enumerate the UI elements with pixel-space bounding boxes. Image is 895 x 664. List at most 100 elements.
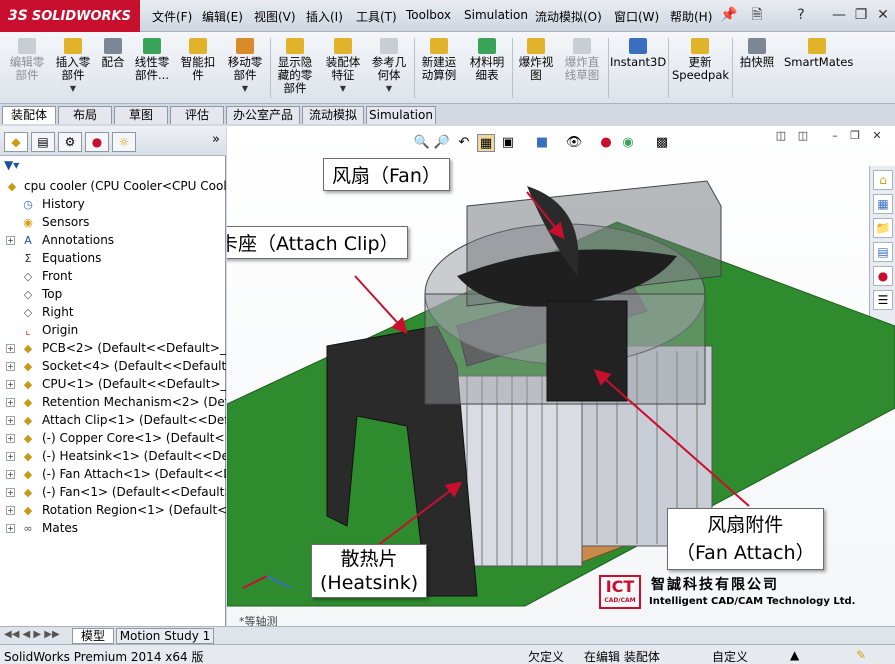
assembly-features-button[interactable]: 装配体 特征 ▼ xyxy=(322,38,364,95)
tree-item[interactable]: + ◆ Retention Mechanism<2> (Default xyxy=(0,394,226,412)
menu-toolbox[interactable]: Toolbox xyxy=(406,8,451,22)
tab-flow-simulation[interactable]: 流动模拟 xyxy=(302,106,364,124)
toolbar-separator xyxy=(668,38,669,98)
mate-button[interactable]: 配合 xyxy=(98,38,128,69)
tree-item[interactable]: + ◆ (-) Heatsink<1> (Default<<Defau xyxy=(0,448,226,466)
expand-icon[interactable]: + xyxy=(6,416,15,425)
chevron-down-icon[interactable]: ▼ xyxy=(52,82,94,95)
take-snapshot-button[interactable]: 拍快照 xyxy=(736,38,778,69)
instant3d-icon xyxy=(629,38,647,54)
expand-panel-icon[interactable]: » xyxy=(212,132,220,147)
show-hidden-components-button[interactable]: 显示隐 藏的零 部件 xyxy=(274,38,316,95)
expand-icon[interactable]: + xyxy=(6,398,15,407)
tab-sketch[interactable]: 草图 xyxy=(114,106,168,124)
tree-item[interactable]: + A Annotations xyxy=(0,232,226,250)
tree-item[interactable]: ◉ Sensors xyxy=(0,214,226,232)
tree-item[interactable]: + ∞ Mates xyxy=(0,520,226,538)
expand-icon[interactable]: + xyxy=(6,524,15,533)
expand-icon[interactable]: + xyxy=(6,362,15,371)
menu-help[interactable]: 帮助(H) xyxy=(670,8,712,25)
tree-item[interactable]: + ◆ CPU<1> (Default<<Default>_Disp xyxy=(0,376,226,394)
expand-icon[interactable]: + xyxy=(6,380,15,389)
chevron-down-icon[interactable]: ▼ xyxy=(322,82,364,95)
expand-icon[interactable]: + xyxy=(6,344,15,353)
tab-layout[interactable]: 布局 xyxy=(58,106,112,124)
tree-item[interactable]: + ◆ (-) Fan Attach<1> (Default<<Defa xyxy=(0,466,226,484)
chevron-down-icon[interactable]: ▼ xyxy=(224,82,266,95)
update-speedpak-button[interactable]: 更新 Speedpak xyxy=(672,38,729,82)
tree-item-label: Attach Clip<1> (Default<<Default xyxy=(42,413,226,427)
tree-item[interactable]: + ◆ PCB<2> (Default<<Default>_Displ xyxy=(0,340,226,358)
tree-item[interactable]: + ◆ (-) Copper Core<1> (Default<<De xyxy=(0,430,226,448)
close-icon[interactable]: ✕ xyxy=(874,6,892,24)
tree-item[interactable]: + ◆ Socket<4> (Default<<Default>_Di xyxy=(0,358,226,376)
tree-root[interactable]: ◆ cpu cooler (CPU Cooler<CPU Cooler_ xyxy=(0,178,226,196)
help-icon[interactable]: ? xyxy=(792,6,810,24)
tree-item[interactable]: ◇ Front xyxy=(0,268,226,286)
exploded-view-button[interactable]: 爆炸视 图 xyxy=(516,38,556,82)
menu-window[interactable]: 窗口(W) xyxy=(614,8,659,25)
menu-simulation[interactable]: Simulation xyxy=(464,8,528,22)
menu-edit[interactable]: 编辑(E) xyxy=(202,8,243,25)
feature-manager-tab[interactable]: ◆ xyxy=(4,132,28,152)
rebuild-icon[interactable]: ▲ xyxy=(790,648,799,662)
menu-file[interactable]: 文件(F) xyxy=(152,8,192,25)
expand-icon[interactable]: + xyxy=(6,434,15,443)
menu-insert[interactable]: 插入(I) xyxy=(306,8,343,25)
part-icon: ◆ xyxy=(23,360,33,373)
tab-assembly[interactable]: 装配体 xyxy=(2,106,56,124)
tree-item[interactable]: ⌞ Origin xyxy=(0,322,226,340)
edit-component-button[interactable]: 编辑零 部件 xyxy=(6,38,48,82)
new-document-icon[interactable]: 🗎 xyxy=(748,6,766,24)
ds-logo-mark: 3S xyxy=(8,8,28,24)
tree-item[interactable]: + ◆ (-) Fan<1> (Default<<Default>_Di xyxy=(0,484,226,502)
bill-of-materials-button[interactable]: 材料明 细表 xyxy=(466,38,508,82)
instant3d-button[interactable]: Instant3D xyxy=(610,38,666,69)
nav-arrows-icon[interactable]: ◀◀ ◀ ▶ ▶▶ xyxy=(4,629,60,640)
tree-item[interactable]: ◷ History xyxy=(0,196,226,214)
property-manager-tab[interactable]: ▤ xyxy=(31,132,55,152)
move-component-button[interactable]: 移动零 部件 ▼ xyxy=(224,38,266,95)
display-manager-tab[interactable]: ● xyxy=(85,132,109,152)
menu-flow-simulation[interactable]: 流动模拟(O) xyxy=(535,8,602,25)
expand-icon[interactable]: + xyxy=(6,452,15,461)
edit-component-icon xyxy=(18,38,36,54)
expand-icon[interactable]: + xyxy=(6,488,15,497)
tab-simulation[interactable]: Simulation xyxy=(366,106,436,124)
tree-item[interactable]: + ◆ Rotation Region<1> (Default<<De xyxy=(0,502,226,520)
expand-icon[interactable]: + xyxy=(6,236,15,245)
smartmates-button[interactable]: SmartMates xyxy=(784,38,853,69)
tab-motion-study[interactable]: Motion Study 1 xyxy=(116,628,214,644)
menu-view[interactable]: 视图(V) xyxy=(254,8,296,25)
graphics-area[interactable]: 🔍 🔎 ↶ ▦ ▣ ■ 👁 ● ◉ ▩ ◫ ◫ – ❐ ✕ ⌂ ▦ 📁 ▤ ● … xyxy=(227,126,895,626)
new-motion-study-button[interactable]: 新建运 动算例 xyxy=(418,38,460,82)
explode-line-sketch-button[interactable]: 爆炸直 线草图 xyxy=(560,38,604,82)
configuration-manager-tab[interactable]: ⚙ xyxy=(58,132,82,152)
insert-component-button[interactable]: 插入零 部件 ▼ xyxy=(52,38,94,95)
insert-component-icon xyxy=(64,38,82,54)
pin-icon[interactable]: 📌 xyxy=(720,6,738,24)
tree-item-label: (-) Fan<1> (Default<<Default>_Di xyxy=(42,485,226,499)
restore-icon[interactable]: ❐ xyxy=(852,6,870,24)
tab-office-products[interactable]: 办公室产品 xyxy=(226,106,300,124)
linear-pattern-button[interactable]: 线性零 部件... xyxy=(132,38,172,82)
smart-fasteners-button[interactable]: 智能扣 件 xyxy=(178,38,218,82)
solidworks-logo[interactable]: 3S SOLIDWORKS xyxy=(0,0,140,32)
units-status[interactable]: 自定义 xyxy=(712,648,748,664)
filter-icon[interactable]: ▼▾ xyxy=(4,158,34,174)
dimxpert-tab[interactable]: ☼ xyxy=(112,132,136,152)
tab-evaluate[interactable]: 评估 xyxy=(170,106,224,124)
menu-tools[interactable]: 工具(T) xyxy=(356,8,397,25)
help-balloon-icon[interactable]: ✎ xyxy=(856,648,866,662)
expand-icon[interactable]: + xyxy=(6,470,15,479)
tree-item[interactable]: Σ Equations xyxy=(0,250,226,268)
reference-geometry-button[interactable]: 参考几 何体 ▼ xyxy=(368,38,410,95)
origin-icon: ⌞ xyxy=(25,324,31,337)
minimize-icon[interactable]: — xyxy=(830,6,848,24)
expand-icon[interactable]: + xyxy=(6,506,15,515)
tab-model[interactable]: 模型 xyxy=(72,628,114,644)
tree-item[interactable]: + ◆ Attach Clip<1> (Default<<Default xyxy=(0,412,226,430)
tree-item[interactable]: ◇ Right xyxy=(0,304,226,322)
tree-item[interactable]: ◇ Top xyxy=(0,286,226,304)
chevron-down-icon[interactable]: ▼ xyxy=(368,82,410,95)
